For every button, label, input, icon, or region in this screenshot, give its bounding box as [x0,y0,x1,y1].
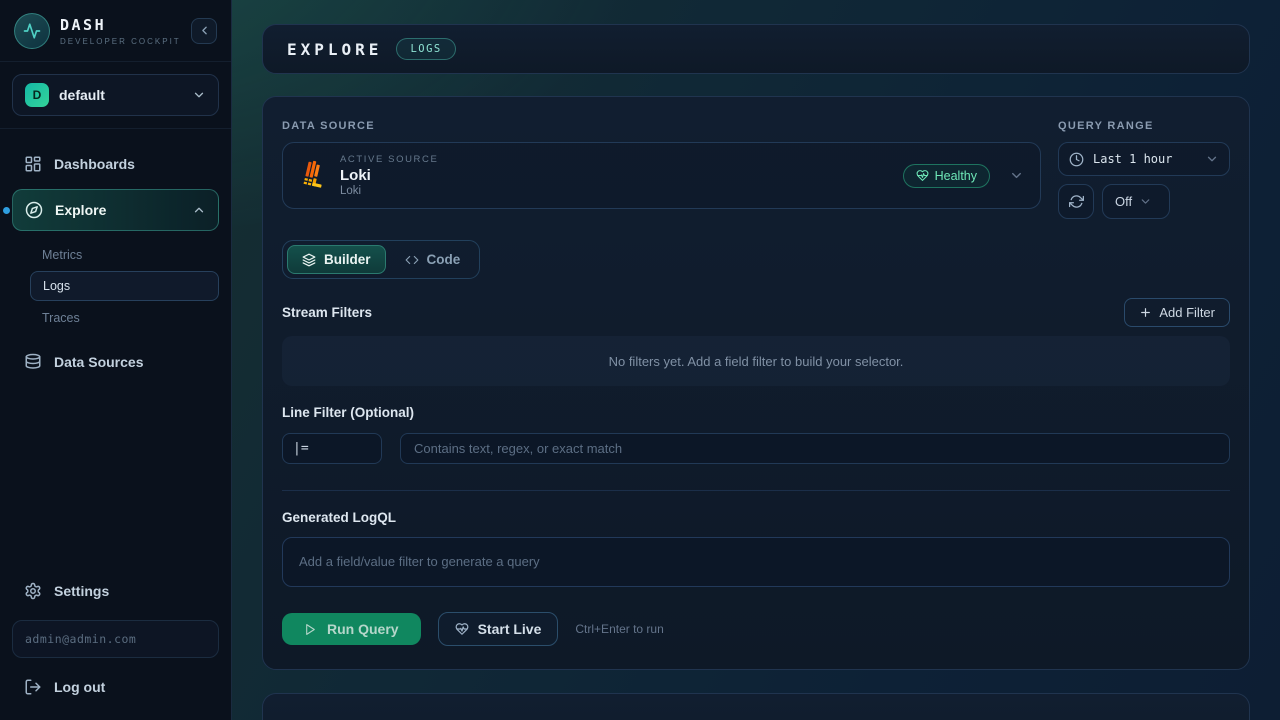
sidebar-item-label: Data Sources [54,354,143,370]
explore-subnav: Metrics Logs Traces [12,235,219,337]
sidebar-nav: Dashboards Explore Metrics Logs Traces [0,129,231,383]
page-header: EXPLORE LOGS [262,24,1250,74]
start-live-label: Start Live [478,621,542,637]
code-brackets-icon [405,253,419,267]
refresh-icon [1069,194,1084,209]
plus-icon [1139,306,1152,319]
tab-label: Builder [324,252,371,267]
line-filter-label: Line Filter (Optional) [282,405,1230,420]
sidebar-item-settings[interactable]: Settings [12,570,219,612]
user-email: admin@admin.com [12,620,219,658]
gear-icon [24,582,42,600]
heart-pulse-icon [455,622,469,636]
run-query-button[interactable]: Run Query [282,613,421,645]
grid-layout-icon [24,155,42,173]
main-content: EXPLORE LOGS DATA SOURCE [232,0,1280,720]
heart-pulse-icon [916,169,929,182]
active-source-selector[interactable]: ACTIVE SOURCE Loki Loki Healthy [282,142,1041,209]
query-mode-tabs: Builder Code [282,240,480,279]
query-range-label: QUERY RANGE [1058,120,1230,132]
log-out-icon [24,678,42,696]
clock-icon [1069,152,1084,167]
line-filter-input[interactable] [400,433,1230,464]
chevron-down-icon [192,88,206,102]
auto-refresh-selector[interactable]: Off [1102,184,1170,219]
health-status-text: Healthy [935,169,977,183]
loki-logo-icon [299,159,327,193]
time-range-value: Last 1 hour [1093,152,1196,166]
workspace-name: default [59,87,182,103]
chevron-down-icon [1009,168,1024,183]
database-icon [24,353,42,371]
workspace-avatar: D [25,83,49,107]
workspace-selector[interactable]: D default [12,74,219,116]
brand: DASH DEVELOPER COCKPIT [0,0,231,62]
section-divider [282,490,1230,491]
keyboard-hint: Ctrl+Enter to run [575,622,663,636]
page-title: EXPLORE [287,40,382,59]
active-source-kicker: ACTIVE SOURCE [340,154,890,165]
chevron-down-icon [1139,195,1152,208]
query-builder-panel: DATA SOURCE [262,96,1250,670]
sidebar-collapse-button[interactable] [191,18,217,44]
tab-label: Code [427,252,461,267]
source-type: Loki [340,185,890,197]
refresh-button[interactable] [1058,184,1094,219]
logout-label: Log out [54,679,105,695]
auto-refresh-value: Off [1115,194,1132,209]
chevron-down-icon [1205,152,1219,166]
play-icon [304,623,317,636]
sidebar-item-metrics[interactable]: Metrics [30,241,219,268]
sidebar: DASH DEVELOPER COCKPIT D default Dashboa… [0,0,232,720]
sidebar-item-explore[interactable]: Explore [12,189,219,231]
time-range-selector[interactable]: Last 1 hour [1058,142,1230,176]
sidebar-item-label: Explore [55,202,106,218]
stream-filters-label: Stream Filters [282,305,372,320]
tab-code[interactable]: Code [390,245,476,274]
sidebar-item-traces[interactable]: Traces [30,304,219,331]
layers-icon [302,253,316,267]
run-query-label: Run Query [327,621,399,637]
sidebar-item-label: Dashboards [54,156,135,172]
logs-badge: LOGS [396,38,455,60]
generated-logql-label: Generated LogQL [282,510,1230,525]
source-name: Loki [340,167,890,184]
chevron-up-icon [192,203,206,217]
health-status-badge: Healthy [903,164,990,188]
tab-builder[interactable]: Builder [287,245,386,274]
results-panel [262,693,1250,720]
app-logo-icon [14,13,50,49]
sidebar-item-data-sources[interactable]: Data Sources [12,341,219,383]
start-live-button[interactable]: Start Live [438,612,559,646]
add-filter-button[interactable]: Add Filter [1124,298,1230,327]
add-filter-label: Add Filter [1159,305,1215,320]
compass-icon [25,201,43,219]
line-filter-operator-select[interactable]: |= [282,433,382,464]
chevron-left-icon [198,24,211,37]
app-subtitle: DEVELOPER COCKPIT [60,37,181,46]
app-title: DASH [60,16,181,34]
sidebar-item-logs[interactable]: Logs [30,271,219,301]
sidebar-item-label: Settings [54,583,109,599]
active-indicator-dot [3,207,10,214]
sidebar-item-dashboards[interactable]: Dashboards [12,143,219,185]
filters-empty-state: No filters yet. Add a field filter to bu… [282,336,1230,386]
logql-query-editor[interactable] [282,537,1230,587]
data-source-label: DATA SOURCE [282,120,1041,132]
logout-button[interactable]: Log out [12,666,219,708]
